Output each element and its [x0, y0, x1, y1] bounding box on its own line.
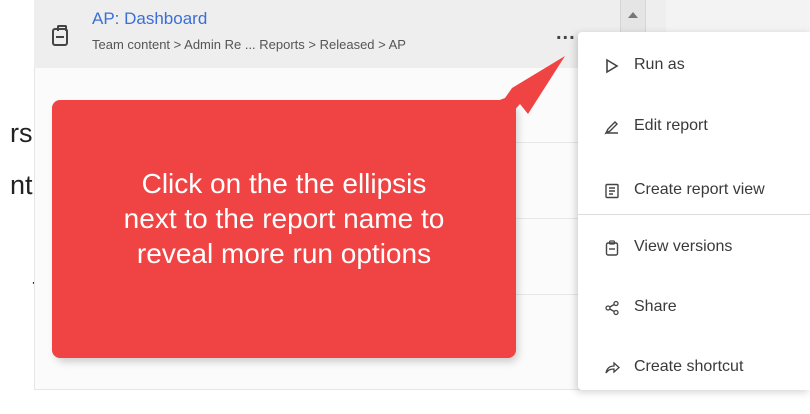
callout-line: next to the report name to: [123, 203, 445, 234]
callout-line: reveal more run options: [136, 238, 432, 269]
callout-line: Click on the the ellipsis: [141, 168, 427, 199]
callout-text: Click on the the ellipsis next to the re…: [52, 166, 516, 271]
